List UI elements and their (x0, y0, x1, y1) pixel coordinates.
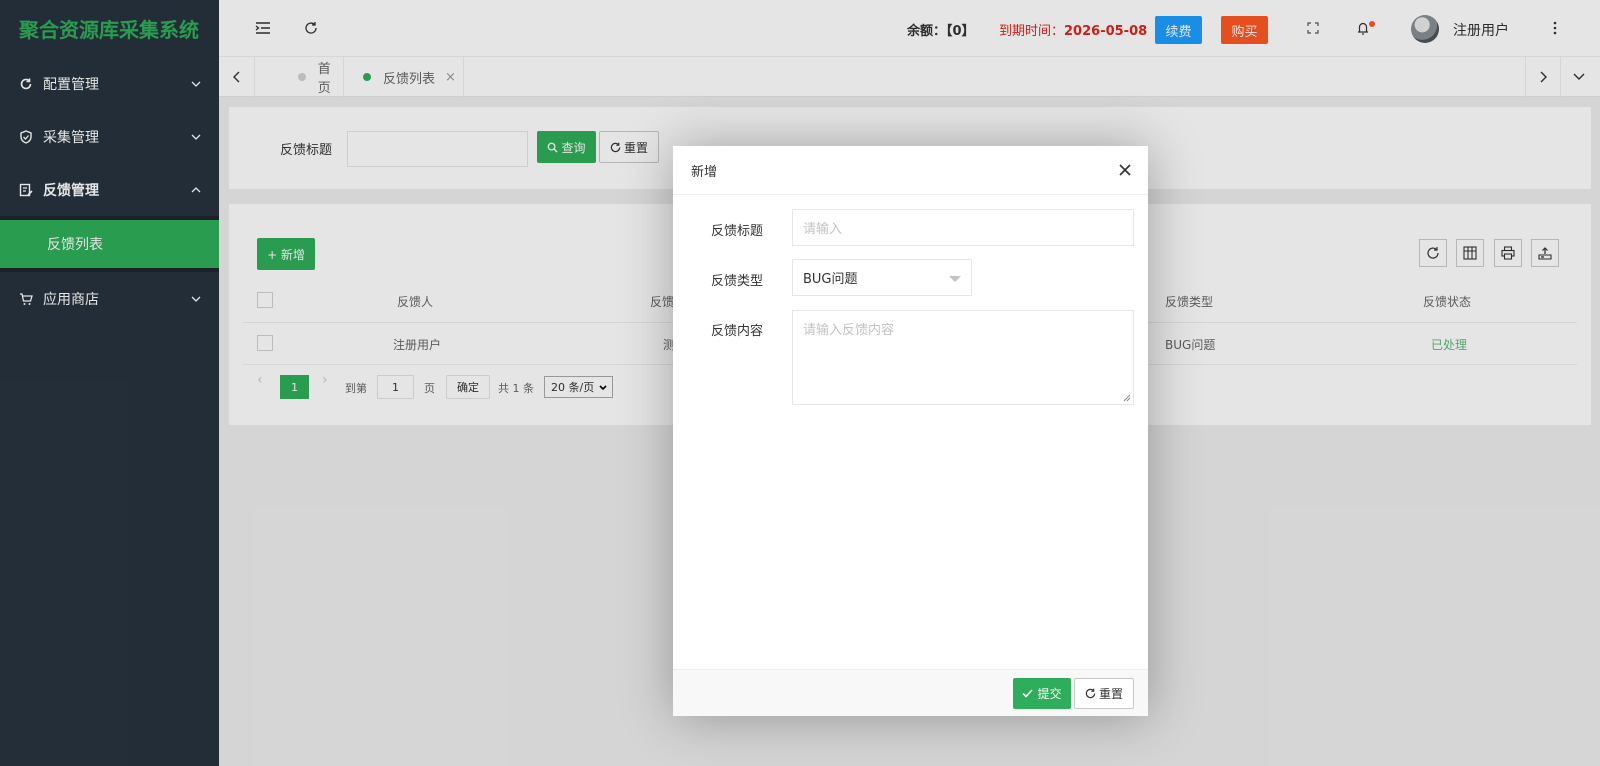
submit-button[interactable]: 提交 (1013, 678, 1071, 709)
caret-down-icon (949, 276, 961, 282)
feedback-title-input[interactable]: 请输入 (792, 209, 1134, 246)
modal-footer: 提交 重置 (673, 669, 1148, 716)
feedback-content-textarea[interactable]: 请输入反馈内容 (792, 310, 1134, 405)
close-icon[interactable] (1114, 159, 1136, 181)
field-title-label: 反馈标题 (710, 224, 763, 239)
modal-reset-button[interactable]: 重置 (1074, 678, 1134, 709)
modal-title: 新增 (673, 146, 1148, 195)
feedback-content-placeholder: 请输入反馈内容 (803, 323, 895, 338)
field-content-label: 反馈内容 (710, 324, 763, 339)
add-feedback-modal: 新增 反馈标题 请输入 反馈类型 BUG问题 反馈内容 请输入反馈内容 提交 重… (673, 146, 1148, 716)
feedback-type-select[interactable]: BUG问题 (792, 259, 972, 296)
modal-reset-button-label: 重置 (1098, 687, 1123, 701)
feedback-type-value: BUG问题 (803, 272, 858, 287)
submit-button-label: 提交 (1037, 687, 1062, 701)
field-type-label: 反馈类型 (710, 274, 763, 289)
refresh-icon (1085, 688, 1096, 699)
check-icon (1022, 689, 1034, 698)
resize-grip-icon[interactable] (1123, 394, 1131, 402)
